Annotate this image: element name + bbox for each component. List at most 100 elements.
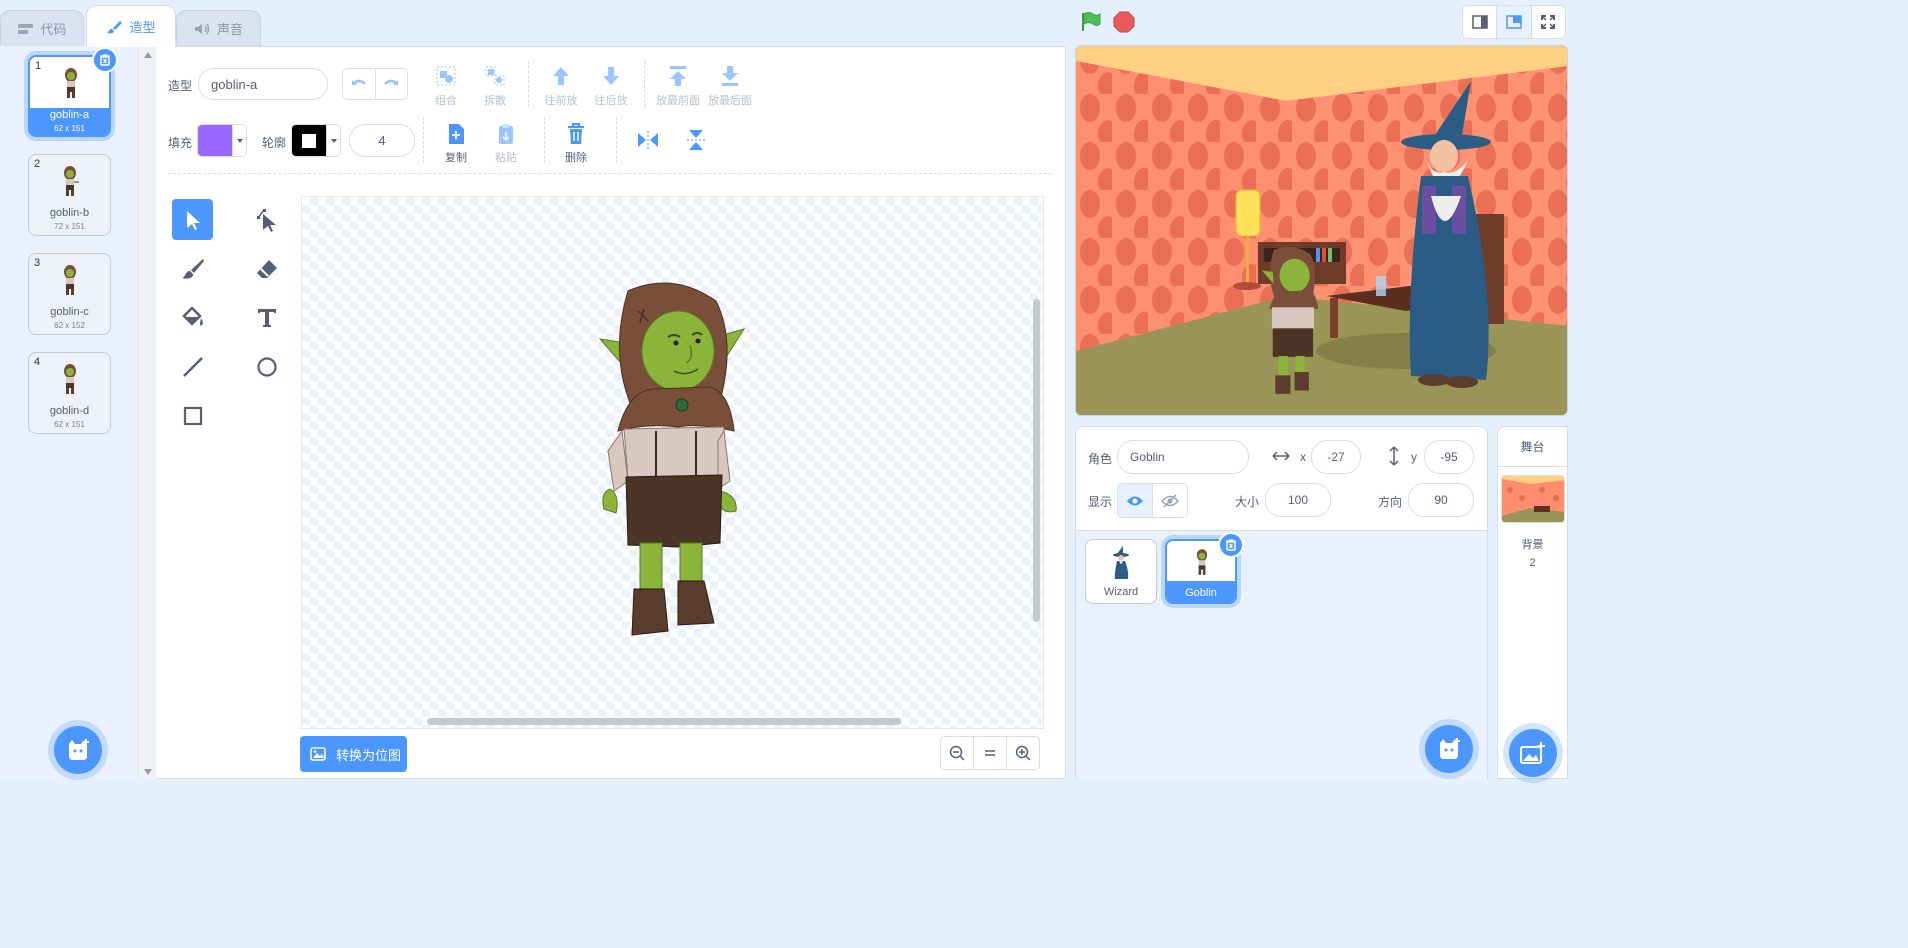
wizard-thumbnail [1113, 546, 1129, 579]
arrow-down-icon [603, 67, 619, 85]
image-icon [310, 747, 326, 761]
fill-label: 填充 [168, 136, 193, 150]
front-button[interactable]: 放最前面 [656, 65, 700, 108]
costume-name-label: 造型 [168, 79, 193, 93]
copy-button[interactable]: 复制 [442, 123, 470, 165]
fullscreen-button[interactable] [1532, 6, 1565, 38]
group-icon [436, 66, 456, 86]
backward-button[interactable]: 往后放 [594, 65, 628, 108]
tab-sounds[interactable]: 声音 [176, 10, 261, 46]
show-label: 显示 [1088, 495, 1113, 509]
forward-label: 往前放 [544, 95, 578, 107]
x-label: x [1300, 450, 1306, 464]
x-input[interactable]: -27 [1311, 440, 1361, 474]
costume-number: 3 [34, 257, 41, 269]
redo-button[interactable] [376, 69, 408, 99]
tab-costumes[interactable]: 造型 [86, 5, 176, 47]
line-tool[interactable] [172, 346, 213, 387]
costume-name: goblin-a [49, 109, 90, 121]
costume-list-scrollbar[interactable] [138, 46, 156, 779]
circle-tool[interactable] [246, 346, 287, 387]
copy-icon [449, 124, 464, 144]
ungroup-label: 拆散 [484, 95, 506, 107]
choose-costume-button[interactable] [54, 726, 102, 774]
stop-button[interactable] [1113, 11, 1135, 33]
vertical-arrows-icon [1389, 446, 1399, 466]
brush-tool[interactable] [172, 248, 213, 289]
stop-icon [1113, 11, 1135, 33]
sprite-item-wizard[interactable]: Wizard [1085, 539, 1157, 604]
choose-backdrop-button[interactable] [1509, 729, 1557, 777]
undo-button[interactable] [343, 69, 376, 99]
goblin-thumbnail [1196, 549, 1208, 575]
circle-icon [256, 356, 277, 377]
sprite-info-panel: 角色 x -27 y -95 显示 大小 100 方向 90 Wizard [1075, 426, 1488, 780]
group-button[interactable]: 组合 [432, 65, 460, 108]
delete-button[interactable]: 删除 [562, 123, 590, 165]
tab-code[interactable]: 代码 [0, 10, 84, 46]
stage-view[interactable] [1075, 45, 1568, 416]
ungroup-icon [485, 66, 505, 86]
hide-sprite-button[interactable] [1153, 484, 1187, 517]
reshape-tool[interactable] [246, 199, 287, 240]
show-sprite-button[interactable] [1118, 484, 1153, 517]
fill-color-swatch [198, 125, 232, 156]
costume-item[interactable]: 3 goblin-c 62 x 152 [28, 253, 111, 335]
costume-name: goblin-b [49, 207, 90, 219]
convert-to-bitmap-button[interactable]: 转换为位图 [300, 736, 407, 772]
flip-vertical-button[interactable] [687, 129, 705, 156]
costume-item[interactable]: 4 goblin-d 62 x 151 [28, 352, 111, 434]
large-stage-icon [1506, 15, 1522, 29]
arrow-bottom-icon [722, 66, 738, 86]
front-label: 放最前面 [656, 95, 700, 107]
sprite-list: Wizard Goblin [1076, 531, 1487, 780]
equals-icon [985, 750, 995, 756]
choose-sprite-button[interactable] [1425, 725, 1473, 773]
reshape-icon [256, 208, 276, 232]
costume-name-input[interactable] [198, 68, 328, 100]
sprite-name-input[interactable] [1117, 440, 1249, 474]
outline-width-input[interactable]: 4 [349, 124, 415, 157]
tab-code-label: 代码 [40, 22, 67, 37]
tab-sounds-label: 声音 [216, 22, 243, 37]
forward-button[interactable]: 往前放 [544, 65, 578, 108]
canvas-vertical-scrollbar[interactable] [1033, 299, 1040, 622]
delete-sprite-button[interactable] [1218, 532, 1244, 558]
costume-number: 1 [35, 60, 42, 72]
goblin-thumbnail [64, 364, 76, 394]
text-tool[interactable] [246, 297, 287, 338]
back-button[interactable]: 放最后面 [708, 65, 752, 108]
y-input[interactable]: -95 [1424, 440, 1474, 474]
brush-icon [107, 20, 123, 33]
eraser-tool[interactable] [246, 248, 287, 289]
line-icon [182, 356, 203, 377]
zoom-in-button[interactable] [1007, 737, 1039, 769]
fill-color-picker[interactable] [197, 124, 247, 157]
code-icon [18, 23, 34, 34]
stage-target-panel[interactable]: 舞台 背景 2 [1497, 426, 1568, 779]
size-input[interactable]: 100 [1265, 483, 1331, 517]
drawing-canvas[interactable] [301, 196, 1044, 729]
flip-horizontal-icon [638, 131, 658, 149]
costume-item[interactable]: 2 goblin-b 72 x 151 [28, 154, 111, 236]
costume-number: 4 [34, 356, 41, 368]
zoom-out-button[interactable] [941, 737, 974, 769]
canvas-horizontal-scrollbar[interactable] [427, 718, 901, 725]
small-stage-button[interactable] [1463, 6, 1498, 38]
outline-color-picker[interactable] [291, 124, 341, 157]
speaker-icon [194, 23, 210, 34]
caret-down-icon [236, 138, 243, 143]
backward-label: 往后放 [594, 95, 628, 107]
backdrop-thumbnail [1501, 475, 1565, 523]
flip-horizontal-button[interactable] [637, 131, 659, 154]
rectangle-tool[interactable] [172, 395, 213, 436]
direction-input[interactable]: 90 [1408, 483, 1474, 517]
select-tool[interactable] [172, 199, 213, 240]
zoom-reset-button[interactable] [974, 737, 1007, 769]
fill-tool[interactable] [172, 297, 213, 338]
delete-costume-button[interactable] [92, 47, 118, 73]
green-flag-button[interactable] [1080, 11, 1102, 33]
ungroup-button[interactable]: 拆散 [481, 65, 509, 108]
paste-button[interactable]: 粘贴 [492, 123, 520, 165]
large-stage-button[interactable] [1497, 6, 1532, 38]
